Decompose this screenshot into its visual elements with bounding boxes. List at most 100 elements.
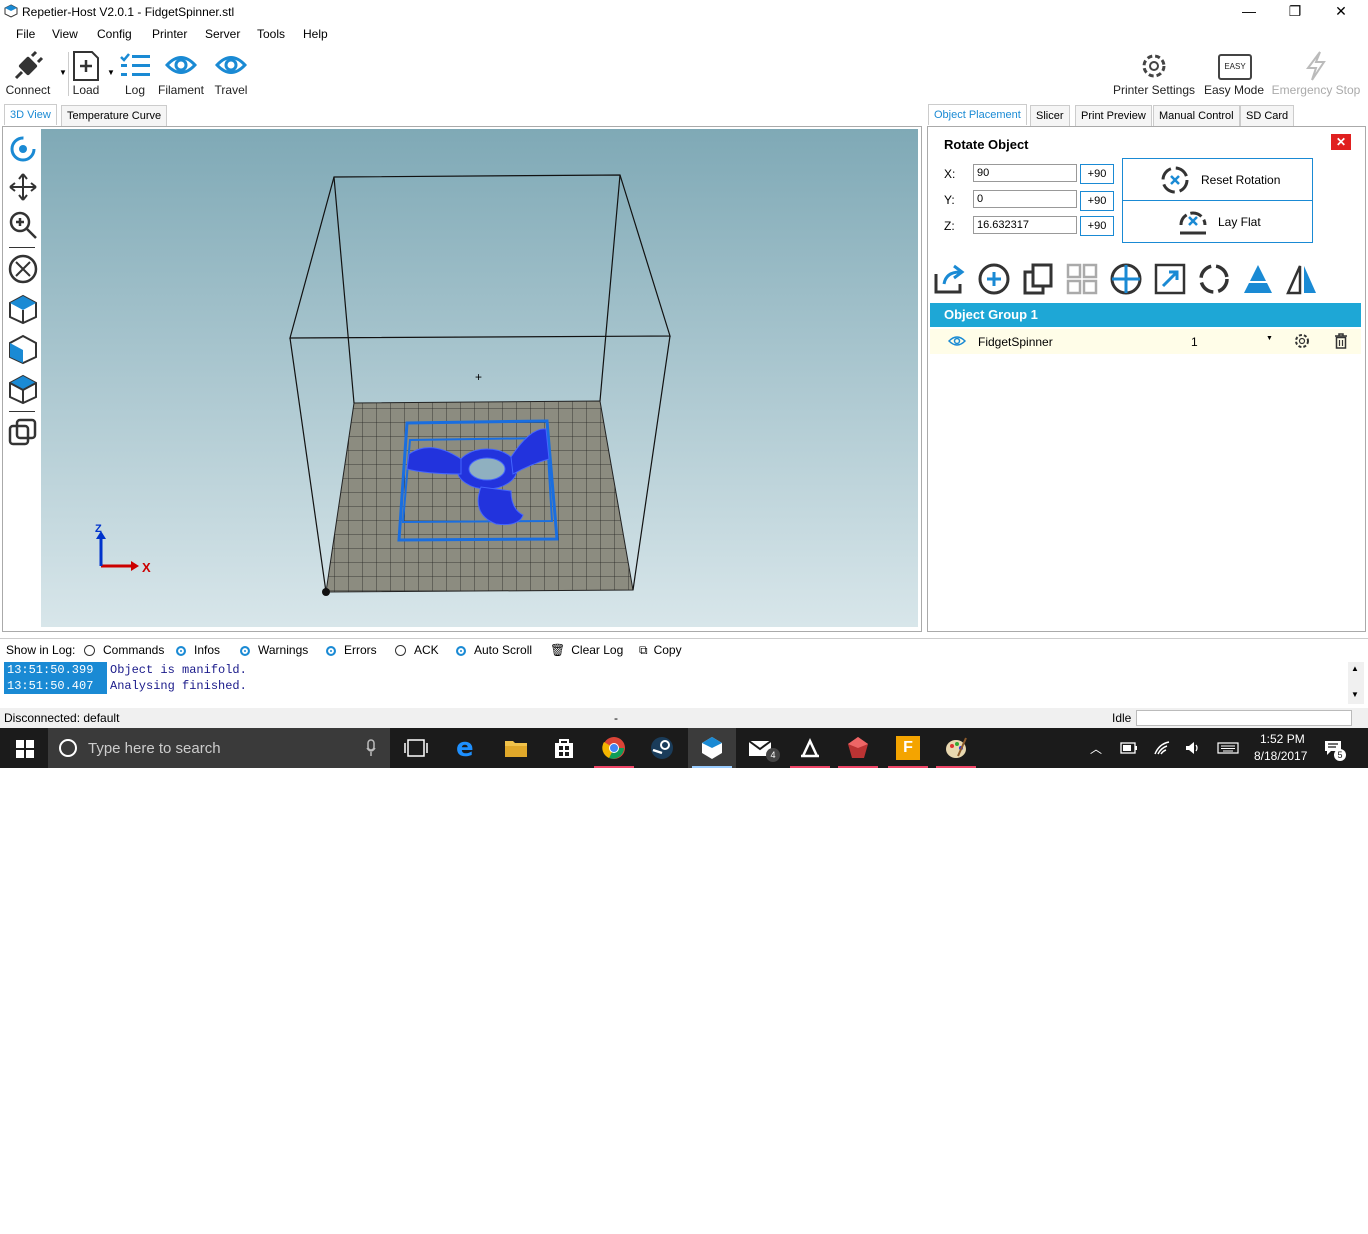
center-object-icon[interactable] (1109, 262, 1143, 296)
add-object-icon[interactable] (977, 262, 1011, 296)
rotate-x-input[interactable]: 90 (973, 164, 1077, 182)
status-bar: Disconnected: default - Idle (0, 708, 1368, 728)
rotate-z-plus90-button[interactable]: +90 (1080, 216, 1114, 236)
emergency-stop-button[interactable]: Emergency Stop (1270, 50, 1362, 98)
tab-manual-control[interactable]: Manual Control (1153, 105, 1240, 126)
microphone-icon[interactable] (366, 739, 376, 757)
easy-mode-button[interactable]: EASY Easy Mode (1202, 50, 1266, 98)
log-filter-commands[interactable]: Commands (84, 643, 164, 657)
restore-button[interactable]: ❐ (1272, 0, 1318, 24)
close-rotate-panel-icon[interactable]: ✕ (1331, 134, 1351, 150)
taskbar-edge[interactable]: e (444, 728, 492, 768)
copies-select[interactable]: 1 ▼ (1186, 332, 1276, 350)
taskbar-fusion[interactable]: F (884, 728, 932, 768)
log-auto-scroll[interactable]: Auto Scroll (456, 643, 532, 657)
rotate-view-icon[interactable] (7, 133, 39, 165)
menu-config[interactable]: Config (97, 27, 132, 41)
taskbar-steam[interactable] (638, 728, 686, 768)
taskbar-app-slicer[interactable] (786, 728, 834, 768)
log-filter-ack[interactable]: ACK (395, 643, 439, 657)
tab-3d-view[interactable]: 3D View (4, 104, 57, 125)
log-filter-infos[interactable]: Infos (176, 643, 220, 657)
menu-file[interactable]: File (16, 27, 35, 41)
printer-settings-button[interactable]: Printer Settings (1112, 50, 1196, 98)
log-filter-warnings[interactable]: Warnings (240, 643, 308, 657)
clock-time[interactable]: 1:52 PM (1260, 732, 1305, 746)
taskbar-paint[interactable] (932, 728, 980, 768)
iso-view-icon[interactable] (7, 293, 39, 325)
taskbar-file-explorer[interactable] (492, 728, 540, 768)
keyboard-icon[interactable] (1217, 742, 1239, 754)
taskbar-mail[interactable]: 4 (738, 728, 786, 768)
autoposition-icon[interactable] (1065, 262, 1099, 296)
copy-object-icon[interactable] (1021, 262, 1055, 296)
move-view-icon[interactable] (7, 171, 39, 203)
filament-button[interactable]: Filament (156, 50, 206, 98)
volume-icon[interactable] (1184, 740, 1202, 756)
folder-icon (505, 741, 527, 757)
cut-object-icon[interactable] (1241, 262, 1275, 296)
fit-view-icon[interactable] (7, 253, 39, 285)
rotate-object-icon[interactable] (1197, 262, 1231, 296)
travel-button[interactable]: Travel (210, 50, 252, 98)
log-button[interactable]: Log (118, 50, 152, 98)
windows-start-icon[interactable] (16, 740, 34, 758)
copy-log-button[interactable]: ⧉ Copy (639, 643, 682, 658)
clear-log-button[interactable]: 🗑 Clear Log (550, 643, 623, 657)
task-view-icon[interactable] (404, 738, 428, 758)
load-dropdown-icon[interactable]: ▼ (107, 68, 115, 77)
taskbar-chrome[interactable] (590, 728, 638, 768)
scroll-down-icon[interactable]: ▼ (1351, 690, 1359, 699)
taskbar-repetier-host[interactable] (688, 728, 736, 768)
log-output[interactable]: 13:51:50.399 Object is manifold. 13:51:5… (2, 662, 1348, 704)
top-view-icon[interactable] (7, 373, 39, 405)
parallel-projection-icon[interactable] (7, 417, 39, 449)
lay-flat-button[interactable]: Lay Flat (1122, 200, 1313, 243)
menu-help[interactable]: Help (303, 27, 328, 41)
rotate-z-input[interactable]: 16.632317 (973, 216, 1077, 234)
close-button[interactable]: ✕ (1318, 0, 1364, 24)
front-view-icon[interactable] (7, 333, 39, 365)
tab-temperature-curve[interactable]: Temperature Curve (61, 105, 168, 126)
trash-icon[interactable] (1334, 333, 1348, 349)
taskbar-store[interactable] (540, 728, 588, 768)
cura-icon (801, 738, 819, 758)
tab-slicer[interactable]: Slicer (1030, 105, 1070, 126)
reset-rotation-button[interactable]: Reset Rotation (1122, 158, 1313, 201)
tab-print-preview[interactable]: Print Preview (1075, 105, 1152, 126)
rotate-x-plus90-button[interactable]: +90 (1080, 164, 1114, 184)
menu-tools[interactable]: Tools (257, 27, 285, 41)
object-group-header[interactable]: Object Group 1 (930, 303, 1361, 327)
show-hidden-icons-chevron-icon[interactable]: ︿ (1090, 740, 1102, 757)
clock-date[interactable]: 8/18/2017 (1254, 749, 1307, 763)
taskbar-search[interactable]: Type here to search (48, 728, 390, 768)
wifi-icon[interactable] (1153, 740, 1171, 756)
taskbar-app-3d[interactable] (834, 728, 882, 768)
connect-button[interactable]: Connect (2, 50, 54, 98)
menu-view[interactable]: View (52, 27, 78, 41)
object-settings-gear-icon[interactable] (1294, 333, 1310, 349)
chrome-icon (602, 737, 625, 759)
rotate-y-plus90-button[interactable]: +90 (1080, 191, 1114, 211)
minimize-button[interactable]: — (1226, 0, 1272, 24)
log-scrollbar[interactable]: ▲ ▼ (1348, 662, 1364, 704)
object-row[interactable]: FidgetSpinner 1 ▼ (930, 329, 1361, 354)
tab-sd-card[interactable]: SD Card (1240, 105, 1295, 126)
mirror-object-icon[interactable] (1285, 262, 1319, 296)
menu-printer[interactable]: Printer (152, 27, 187, 41)
connect-dropdown-icon[interactable]: ▼ (59, 68, 67, 77)
zoom-icon[interactable] (7, 209, 39, 241)
battery-icon[interactable] (1120, 742, 1138, 754)
rotate-y-input[interactable]: 0 (973, 190, 1077, 208)
visibility-eye-icon[interactable] (948, 335, 966, 347)
action-center-button[interactable]: 5 (1322, 738, 1346, 762)
scroll-up-icon[interactable]: ▲ (1351, 664, 1359, 673)
load-button[interactable]: Load (70, 50, 102, 98)
3d-viewport[interactable]: + Z X (41, 129, 918, 627)
progress-bar (1136, 710, 1352, 726)
log-filter-errors[interactable]: Errors (326, 643, 377, 657)
scale-object-icon[interactable] (1153, 262, 1187, 296)
menu-server[interactable]: Server (205, 27, 240, 41)
export-icon[interactable] (932, 262, 968, 296)
tab-object-placement[interactable]: Object Placement (928, 104, 1027, 125)
